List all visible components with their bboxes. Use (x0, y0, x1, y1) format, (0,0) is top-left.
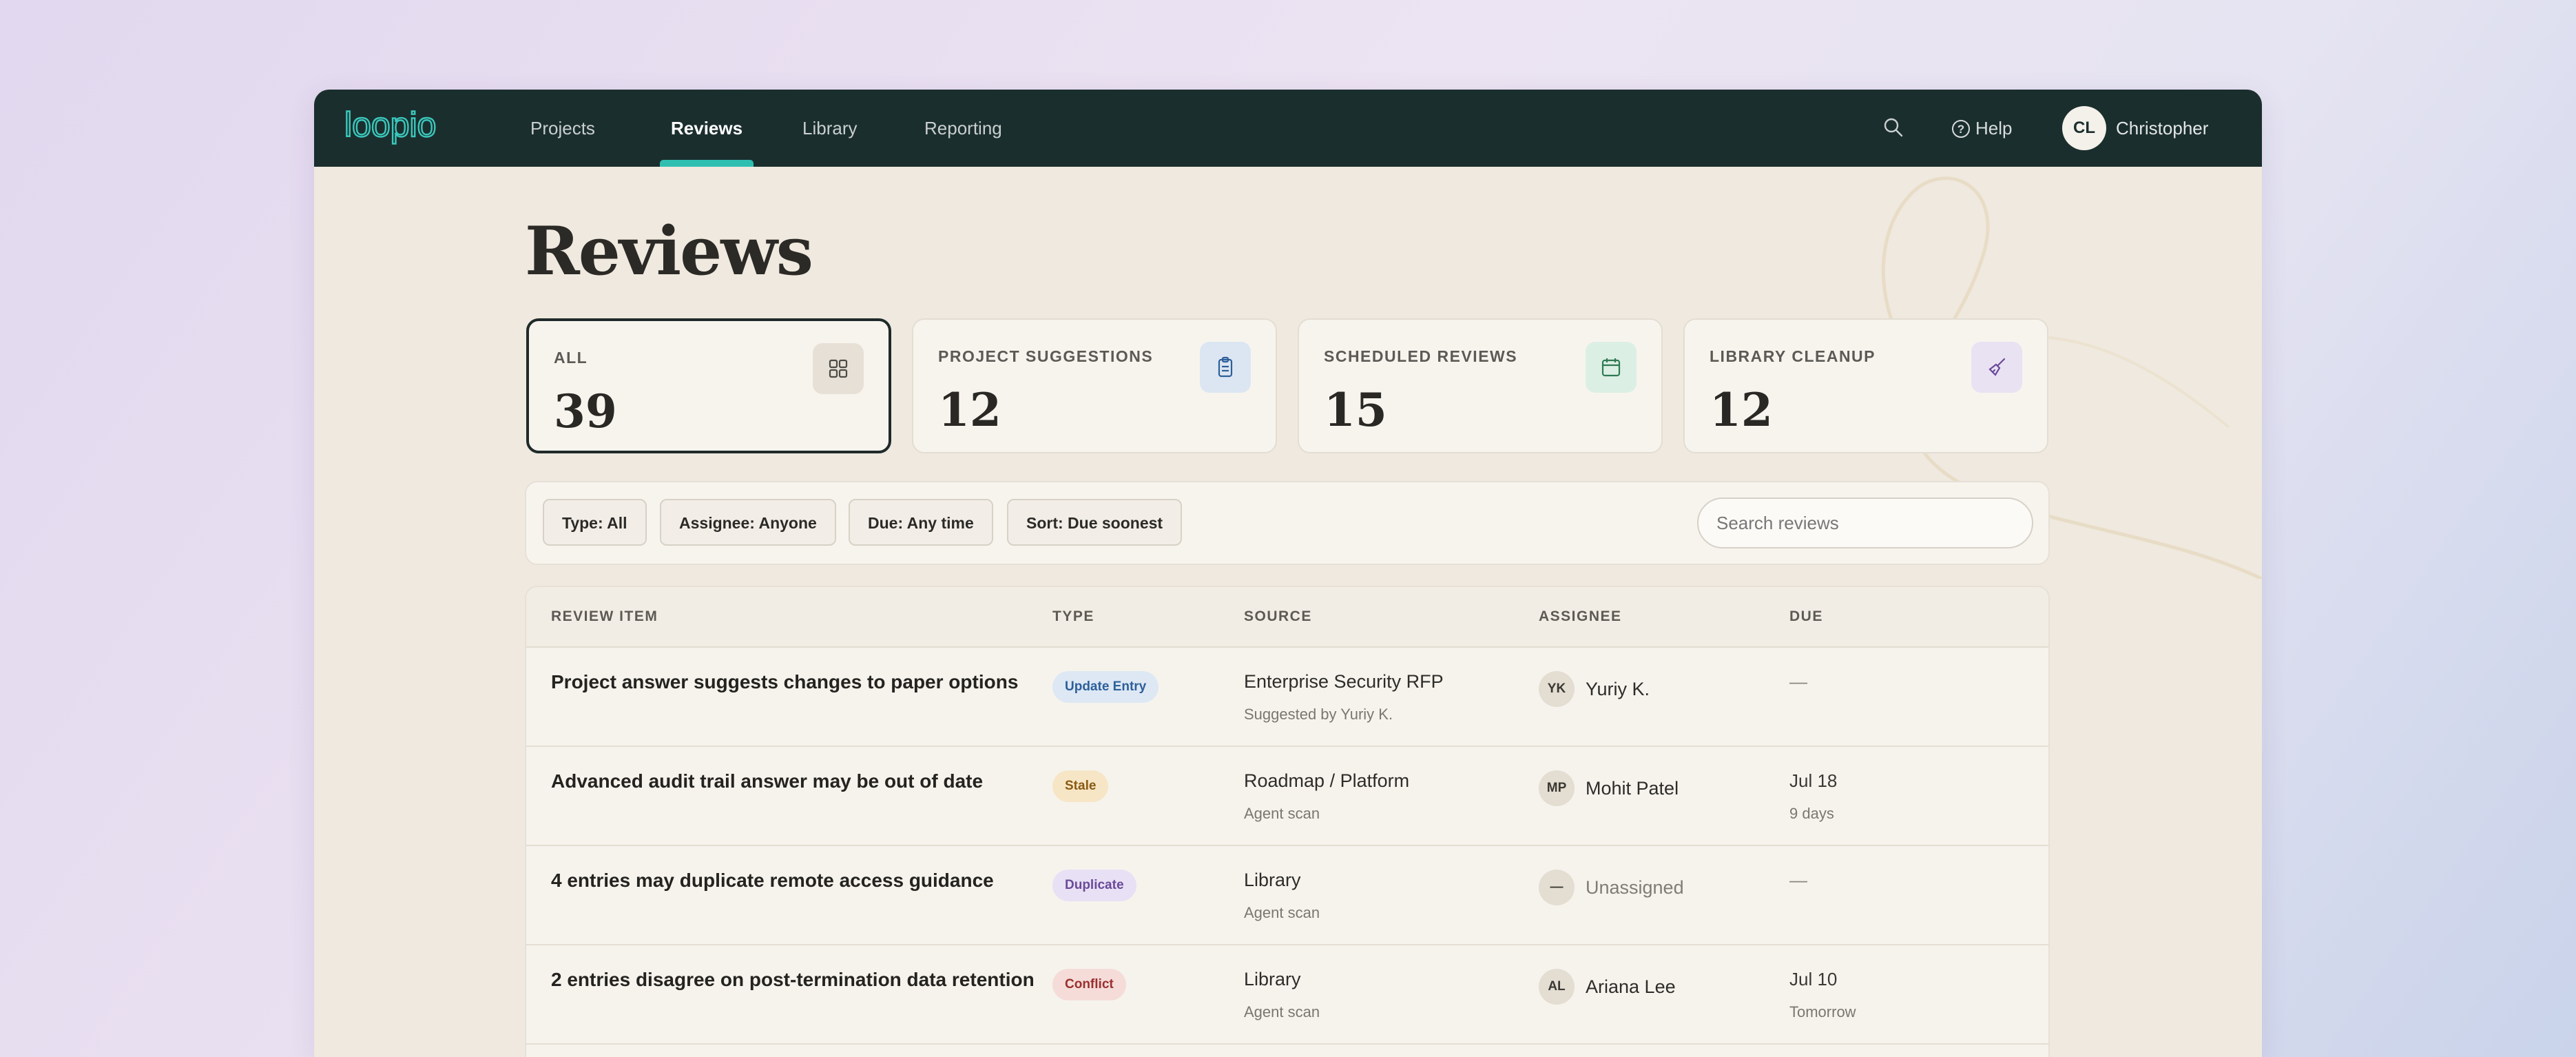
loopio-logo[interactable]: loopio (344, 105, 461, 149)
broom-icon (1971, 342, 2022, 393)
table-row[interactable]: 4 entries may duplicate remote access gu… (526, 846, 2048, 945)
type-badge: Duplicate (1052, 870, 1136, 901)
stat-value: 12 (938, 383, 1001, 437)
search-icon[interactable] (1882, 116, 1905, 139)
stat-label: PROJECT SUGGESTIONS (938, 347, 1154, 365)
stat-label: ALL (554, 349, 588, 367)
assignee-avatar: MP (1539, 770, 1575, 806)
source-subtext: Agent scan (1244, 904, 1320, 921)
column-header-type[interactable]: TYPE (1052, 587, 1094, 646)
source-name: Library (1244, 870, 1301, 890)
source-subtext: Agent scan (1244, 805, 1320, 822)
user-name[interactable]: Christopher (2116, 90, 2208, 167)
type-badge: Update Entry (1052, 671, 1159, 703)
page-title: Reviews (525, 212, 813, 290)
table-header: REVIEW ITEM TYPE SOURCE ASSIGNEE DUE (526, 587, 2048, 648)
assignee-name[interactable]: Yuriy K. (1586, 671, 1650, 707)
app-window: loopio Projects Reviews Library Reportin… (314, 90, 2262, 1057)
column-header-review-item[interactable]: REVIEW ITEM (551, 587, 658, 646)
stat-card-all[interactable]: ALL 39 (526, 318, 891, 453)
column-header-assignee[interactable]: ASSIGNEE (1539, 587, 1622, 646)
help-icon[interactable]: ? (1951, 119, 1971, 139)
grid-icon (813, 343, 864, 394)
reviews-table: REVIEW ITEM TYPE SOURCE ASSIGNEE DUE Pro… (525, 586, 2050, 1057)
assignee-name[interactable]: Mohit Patel (1586, 770, 1679, 806)
user-avatar[interactable]: CL (2062, 106, 2106, 150)
filter-due-chip[interactable]: Due: Any time (849, 499, 993, 546)
source-subtext: Suggested by Yuriy K. (1244, 706, 1393, 723)
source-subtext: Agent scan (1244, 1003, 1320, 1020)
filter-bar: Type: All Assignee: Anyone Due: Any time… (525, 481, 2050, 565)
column-header-due[interactable]: DUE (1789, 587, 1823, 646)
assignee-avatar-empty: — (1539, 870, 1575, 905)
top-nav-bar: loopio Projects Reviews Library Reportin… (314, 90, 2262, 167)
nav-projects[interactable]: Projects (530, 90, 595, 167)
review-item-title[interactable]: Advanced audit trail answer may be out o… (551, 770, 983, 792)
svg-text:?: ? (1957, 123, 1964, 136)
clipboard-icon (1200, 342, 1251, 393)
table-row[interactable]: Project answer suggests changes to paper… (526, 648, 2048, 747)
table-row[interactable]: 2 entries disagree on post-termination d… (526, 945, 2048, 1045)
type-badge: Stale (1052, 770, 1109, 802)
source-name: Roadmap / Platform (1244, 770, 1410, 791)
source-name: Library (1244, 969, 1301, 989)
stat-card-project-suggestions[interactable]: PROJECT SUGGESTIONS 12 (912, 318, 1277, 453)
type-badge: Conflict (1052, 969, 1126, 1000)
help-link[interactable]: Help (1975, 90, 2012, 167)
assignee-name[interactable]: Unassigned (1586, 870, 1684, 905)
due-date: — (1789, 870, 1807, 890)
search-reviews-input[interactable] (1697, 497, 2033, 548)
assignee-name[interactable]: Ariana Lee (1586, 969, 1676, 1005)
assignee-avatar: YK (1539, 671, 1575, 707)
due-relative: Tomorrow (1789, 1003, 1856, 1020)
nav-reporting[interactable]: Reporting (924, 90, 1002, 167)
nav-reviews[interactable]: Reviews (671, 90, 742, 167)
due-relative: 9 days (1789, 805, 1834, 822)
assignee-avatar: AL (1539, 969, 1575, 1005)
stat-label: SCHEDULED REVIEWS (1324, 347, 1518, 365)
stat-card-scheduled-reviews[interactable]: SCHEDULED REVIEWS 15 (1298, 318, 1663, 453)
svg-text:loopio: loopio (344, 105, 436, 144)
due-date: Jul 10 (1789, 969, 1838, 989)
review-item-title[interactable]: 2 entries disagree on post-termination d… (551, 969, 1035, 991)
calendar-icon (1586, 342, 1637, 393)
stat-value: 15 (1324, 383, 1387, 437)
review-item-title[interactable]: 4 entries may duplicate remote access gu… (551, 870, 994, 892)
active-tab-indicator (660, 160, 754, 167)
filter-assignee-chip[interactable]: Assignee: Anyone (660, 499, 836, 546)
due-date: Jul 18 (1789, 770, 1838, 791)
stat-label: LIBRARY CLEANUP (1710, 347, 1876, 365)
table-row[interactable]: Advanced audit trail answer may be out o… (526, 747, 2048, 846)
due-date: — (1789, 671, 1807, 692)
filter-type-chip[interactable]: Type: All (543, 499, 647, 546)
stat-value: 39 (554, 384, 617, 438)
nav-library[interactable]: Library (802, 90, 857, 167)
sort-chip[interactable]: Sort: Due soonest (1007, 499, 1183, 546)
review-item-title[interactable]: Project answer suggests changes to paper… (551, 671, 1018, 693)
stat-card-library-cleanup[interactable]: LIBRARY CLEANUP 12 (1683, 318, 2048, 453)
column-header-source[interactable]: SOURCE (1244, 587, 1312, 646)
stat-value: 12 (1710, 383, 1773, 437)
source-name: Enterprise Security RFP (1244, 671, 1444, 692)
